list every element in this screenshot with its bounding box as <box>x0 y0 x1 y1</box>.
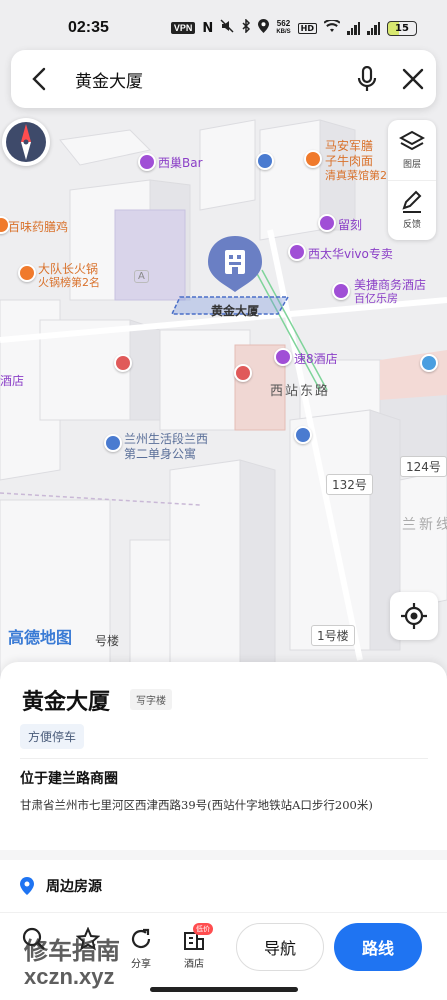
layers-icon <box>399 130 425 150</box>
search-query[interactable]: 黄金大厦 <box>67 67 344 92</box>
close-icon <box>402 68 424 90</box>
navigate-button[interactable]: 导航 <box>236 923 324 971</box>
hd-badge: HD <box>297 22 317 34</box>
bluetooth-icon <box>241 18 251 37</box>
status-time: 02:35 <box>68 19 109 36</box>
hotel-deal-badge: 低价 <box>193 923 213 935</box>
poi-hotel-left: 酒店 <box>0 374 25 388</box>
parking-tag: 方便停车 <box>20 724 85 749</box>
poi-liuke: 留刻 <box>338 218 363 232</box>
route-button[interactable]: 路线 <box>334 923 422 971</box>
map-side-panel: 图层 反馈 <box>388 120 436 240</box>
compass-icon <box>6 122 46 162</box>
place-title: 黄金大厦 <box>22 689 111 715</box>
road-number-tag: 124号 <box>400 456 447 477</box>
watermark-line-1: 修车指南 <box>24 936 120 965</box>
map-logo: 高德地图 <box>8 628 73 647</box>
compass-button[interactable] <box>2 118 50 166</box>
area-marker-a: A <box>134 270 149 283</box>
pen-icon <box>402 190 422 214</box>
signal-icon <box>367 21 380 35</box>
share-label: 分享 <box>131 959 151 970</box>
feedback-label: 反馈 <box>402 220 421 231</box>
place-pin[interactable] <box>206 234 264 294</box>
voice-search-button[interactable] <box>344 50 390 108</box>
status-bar: 02:35 VPN N 562 KB/S HD 15 <box>0 0 447 56</box>
poi-shenghuo-2: 第二单身公寓 <box>124 447 197 461</box>
vpn-badge: VPN <box>170 22 196 34</box>
building-poi-icon[interactable] <box>104 434 122 452</box>
location-pin-icon <box>20 877 34 895</box>
business-district-heading: 位于建兰路商圈 <box>20 771 118 787</box>
layers-button[interactable]: 图层 <box>388 120 436 180</box>
restaurant-poi-icon[interactable] <box>18 264 36 282</box>
building-label: 黄金大厦 <box>211 304 260 318</box>
back-button[interactable] <box>11 50 67 108</box>
mute-icon <box>220 19 234 37</box>
poi-dadui-2: 火锅榜第2名 <box>38 276 100 289</box>
status-icons: VPN N 562 KB/S HD 15 <box>170 18 417 37</box>
share-button[interactable]: 分享 <box>121 927 161 970</box>
poi-jinghotel: 速8酒店 <box>294 352 338 366</box>
my-location-button[interactable] <box>390 592 438 640</box>
shop-poi-icon[interactable] <box>318 214 336 232</box>
poi-west-bar: 西巢Bar <box>158 156 203 170</box>
poi-xitaihua: 西太华vivo专卖 <box>308 247 393 261</box>
poi-meijie-2: 百亿乐房 <box>354 292 398 305</box>
wifi-icon <box>323 18 341 37</box>
feedback-button[interactable]: 反馈 <box>388 179 436 241</box>
layers-label: 图层 <box>402 159 421 170</box>
bar-poi-icon[interactable] <box>138 153 156 171</box>
network-speed: 562 KB/S <box>276 19 291 36</box>
road-xizhan-east: 西站东路 <box>270 384 331 399</box>
crosshair-icon <box>401 603 427 629</box>
place-type-badge: 写字楼 <box>130 689 172 710</box>
nearby-housing-row[interactable]: 周边房源 <box>20 876 102 896</box>
poi-baiwei: 百味药膳鸡 <box>8 220 69 234</box>
nearby-housing-label: 周边房源 <box>46 879 102 895</box>
shop-poi-icon[interactable] <box>420 354 438 372</box>
hotel-poi-icon[interactable] <box>332 282 350 300</box>
poi-maan-3: 清真菜馆第2 <box>325 169 387 182</box>
road-lanxin: 兰新线 <box>402 517 447 533</box>
divider <box>20 758 428 759</box>
shop-poi-icon[interactable] <box>256 152 274 170</box>
microphone-icon <box>357 66 377 91</box>
location-icon <box>258 19 270 37</box>
clear-search-button[interactable] <box>390 50 436 108</box>
road-number-tag: 1号楼 <box>311 625 355 646</box>
photo-poi-icon[interactable] <box>114 354 132 372</box>
chevron-left-icon <box>32 67 46 91</box>
signal-icon <box>347 21 360 35</box>
battery-indicator: 15 <box>387 20 417 36</box>
restaurant-poi-icon[interactable] <box>304 150 322 168</box>
road-number-tag: 132号 <box>326 474 373 495</box>
shop-poi-icon[interactable] <box>294 426 312 444</box>
hotel-label: 酒店 <box>184 959 204 970</box>
road-number-tag: 号楼 <box>95 634 120 648</box>
share-icon <box>131 928 151 949</box>
watermark: 修车指南 xczn.xyz <box>24 938 120 990</box>
hotel-poi-icon[interactable] <box>274 348 292 366</box>
nfc-icon: N <box>202 20 214 36</box>
watermark-line-2: xczn.xyz <box>24 964 115 989</box>
home-indicator[interactable] <box>150 987 298 992</box>
section-gap <box>0 850 447 860</box>
place-address: 甘肃省兰州市七里河区西津西路39号(西站什字地铁站A口步行200米) <box>20 798 373 812</box>
photo-poi-icon[interactable] <box>234 364 252 382</box>
phone-shop-poi-icon[interactable] <box>288 243 306 261</box>
search-bar: 黄金大厦 <box>11 50 436 108</box>
